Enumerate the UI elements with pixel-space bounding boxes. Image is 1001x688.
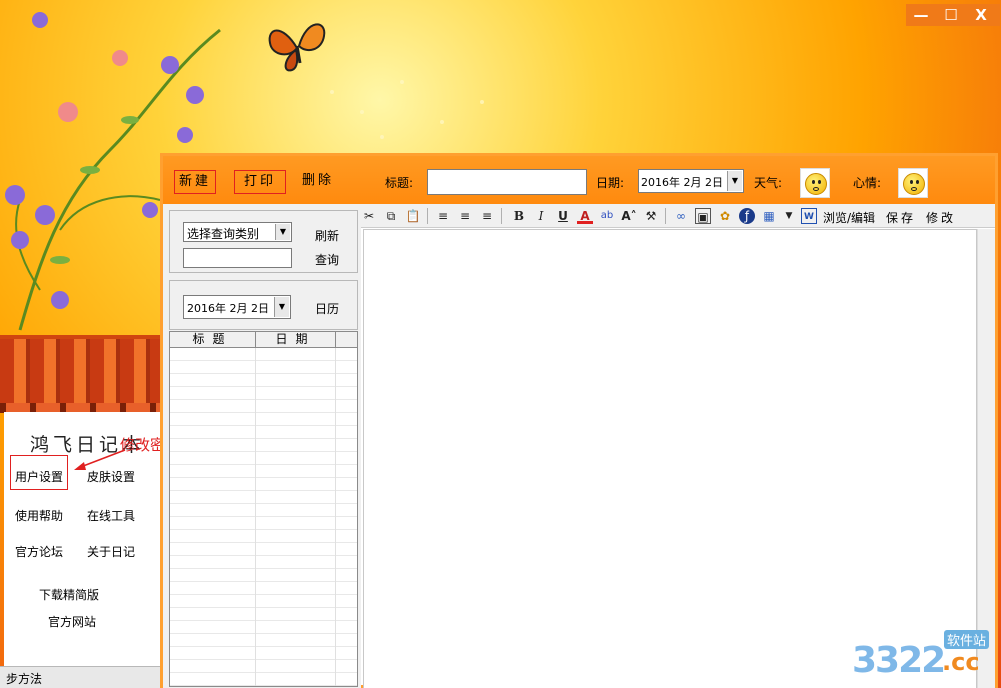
highlight-box [10, 455, 68, 490]
watermark-site-label: 软件站 [944, 630, 990, 649]
weather-sun-icon[interactable] [800, 168, 830, 198]
title-input[interactable] [427, 169, 587, 195]
new-button[interactable]: 新建 [174, 170, 216, 194]
align-right-icon[interactable]: ≡ [479, 208, 495, 224]
website-link[interactable]: 官方网站 [48, 613, 96, 630]
watermark-domain: .cc [942, 648, 980, 676]
status-bar: 步方法 [0, 666, 160, 688]
flash-icon[interactable]: ƒ [739, 208, 755, 224]
diary-editor[interactable] [363, 229, 977, 688]
sparkle [330, 90, 334, 94]
highlight-color-icon[interactable]: ab [599, 208, 615, 224]
word-icon[interactable]: W [801, 208, 817, 224]
site-watermark: 3322 .cc 软件站 [852, 628, 998, 684]
sparkle [360, 110, 364, 114]
weather-label: 天气: [754, 176, 783, 190]
italic-icon[interactable]: I [533, 208, 549, 224]
emoticon-icon[interactable]: ✿ [717, 208, 733, 224]
toolbar-separator [665, 208, 666, 224]
butterfly-decoration [268, 23, 326, 72]
sparkle [400, 80, 404, 84]
calendar-group: 2016年 2月 2日 ▼ 日历 [169, 280, 358, 330]
toolbar-separator [501, 208, 502, 224]
save-button[interactable]: 保存 [886, 209, 916, 226]
date-label: 日期: [596, 176, 625, 190]
editor-scrollbar[interactable] [977, 229, 995, 688]
maximize-button[interactable]: ☐ [936, 4, 966, 26]
title-label: 标题: [385, 176, 414, 190]
diary-list[interactable]: 标题 日期 [169, 331, 358, 687]
column-header-date[interactable]: 日期 [256, 332, 336, 347]
about-link[interactable]: 关于日记 [87, 543, 135, 560]
table-icon[interactable]: ▦ [761, 208, 777, 224]
sparkle [380, 135, 384, 139]
copy-icon[interactable]: ⧉ [383, 208, 399, 224]
chevron-down-icon[interactable]: ▼ [781, 208, 797, 224]
chevron-down-icon[interactable]: ▼ [274, 297, 289, 317]
bold-icon[interactable]: B [511, 208, 527, 224]
watermark-number: 3322 [852, 640, 946, 681]
editor-toolbar: ✂ ⧉ 📋 ≡ ≡ ≡ B I U A ab A˄ ⚒ ∞ ▣ ✿ ƒ ▦ ▼ … [361, 204, 995, 228]
sparkle [440, 120, 444, 124]
date-picker[interactable]: 2016年 2月 2日 ▼ [638, 169, 744, 193]
roof-tiles-decoration [0, 335, 162, 413]
date-value: 2016年 2月 2日 [641, 176, 723, 189]
query-group: 选择查询类别 ▼ 刷新 查询 [169, 210, 358, 273]
query-input[interactable] [183, 248, 292, 268]
chevron-down-icon[interactable]: ▼ [275, 224, 290, 240]
calendar-date-value: 2016年 2月 2日 [187, 302, 269, 315]
calendar-button[interactable]: 日历 [315, 300, 339, 317]
browse-edit-button[interactable]: 浏览/编辑 [823, 209, 875, 226]
toolbar-separator [427, 208, 428, 224]
mood-smiley-icon[interactable] [898, 168, 928, 198]
image-icon[interactable]: ▣ [695, 208, 711, 224]
list-header: 标题 日期 [170, 332, 357, 348]
minimize-button[interactable]: — [906, 4, 936, 26]
cut-icon[interactable]: ✂ [361, 208, 377, 224]
underline-icon[interactable]: U [555, 208, 571, 224]
mood-label: 心情: [853, 176, 882, 190]
online-tools-link[interactable]: 在线工具 [87, 507, 135, 524]
download-lite-link[interactable]: 下载精简版 [39, 586, 99, 603]
column-header-title[interactable]: 标题 [170, 332, 256, 347]
query-type-value: 选择查询类别 [187, 227, 260, 241]
font-color-icon[interactable]: A [577, 208, 593, 224]
calendar-date-picker[interactable]: 2016年 2月 2日 ▼ [183, 295, 291, 319]
font-size-icon[interactable]: A˄ [621, 208, 637, 224]
diary-sidebar: 选择查询类别 ▼ 刷新 查询 2016年 2月 2日 ▼ 日历 标题 日期 [163, 204, 361, 688]
forum-link[interactable]: 官方论坛 [15, 543, 63, 560]
align-left-icon[interactable]: ≡ [435, 208, 451, 224]
diary-main-window: 新建 打印 删除 标题: 日期: 2016年 2月 2日 ▼ 天气: 心情: 选… [160, 153, 998, 688]
help-link[interactable]: 使用帮助 [15, 507, 63, 524]
refresh-button[interactable]: 刷新 [315, 227, 339, 244]
paste-icon[interactable]: 📋 [405, 208, 421, 224]
delete-button[interactable]: 删除 [298, 170, 338, 194]
close-button[interactable]: X [966, 4, 996, 26]
sparkle [480, 100, 484, 104]
list-rows [170, 348, 357, 686]
modify-button[interactable]: 修改 [926, 209, 956, 226]
align-center-icon[interactable]: ≡ [457, 208, 473, 224]
print-button[interactable]: 打印 [234, 170, 286, 194]
query-button[interactable]: 查询 [315, 251, 339, 268]
chevron-down-icon[interactable]: ▼ [727, 171, 742, 191]
main-toolbar: 新建 打印 删除 标题: 日期: 2016年 2月 2日 ▼ 天气: 心情: [163, 156, 995, 204]
query-type-select[interactable]: 选择查询类别 ▼ [183, 222, 292, 242]
tools-icon[interactable]: ⚒ [643, 208, 659, 224]
link-icon[interactable]: ∞ [673, 208, 689, 224]
